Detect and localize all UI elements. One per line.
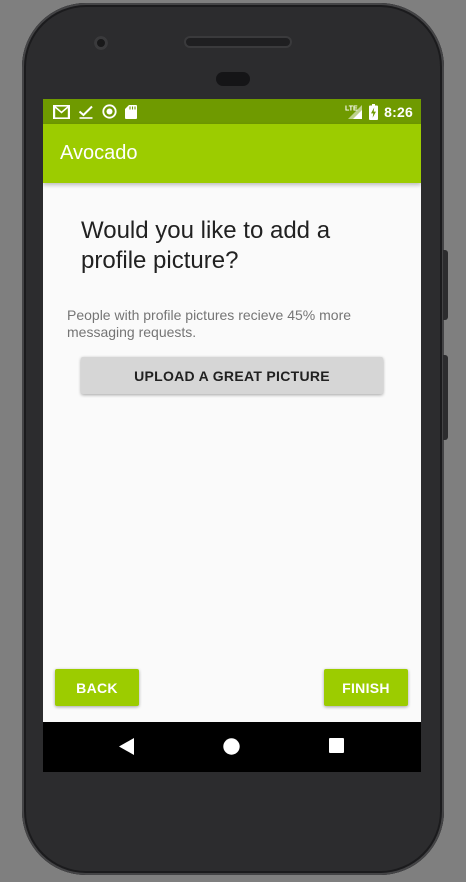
signal-icon: LTE: [345, 104, 363, 119]
system-navigation-bar: [43, 722, 421, 772]
system-status-icons: LTE 8:26: [345, 103, 413, 120]
recents-square-icon[interactable]: [329, 738, 344, 753]
back-triangle-icon[interactable]: [119, 738, 135, 755]
back-button[interactable]: BACK: [55, 669, 139, 706]
battery-charging-icon: [369, 103, 379, 120]
earpiece-speaker: [186, 38, 290, 46]
sd-card-icon: [125, 104, 137, 119]
volume-button: [443, 355, 448, 440]
gmail-icon: [53, 104, 70, 119]
device-stage: LTE 8:26 Avocado Would you like to add a…: [0, 0, 466, 882]
status-bar: LTE 8:26: [43, 99, 421, 124]
checkmark-icon: [78, 105, 93, 119]
home-circle-icon[interactable]: [223, 738, 240, 755]
profile-picture-benefit-text: People with profile pictures recieve 45%…: [67, 307, 352, 340]
profile-picture-question: Would you like to add a profile picture?: [81, 217, 331, 274]
front-camera: [94, 36, 108, 50]
notification-icons: [53, 103, 137, 120]
sync-circle-icon: [102, 104, 117, 119]
phone-screen: LTE 8:26 Avocado Would you like to add a…: [43, 99, 421, 772]
app-title: Avocado: [60, 142, 138, 164]
app-bar: Avocado: [43, 124, 421, 183]
finish-button[interactable]: FINISH: [324, 669, 408, 706]
power-button: [443, 250, 448, 320]
upload-picture-button[interactable]: UPLOAD A GREAT PICTURE: [81, 357, 383, 394]
status-time: 8:26: [384, 103, 413, 120]
proximity-sensor: [216, 72, 250, 86]
